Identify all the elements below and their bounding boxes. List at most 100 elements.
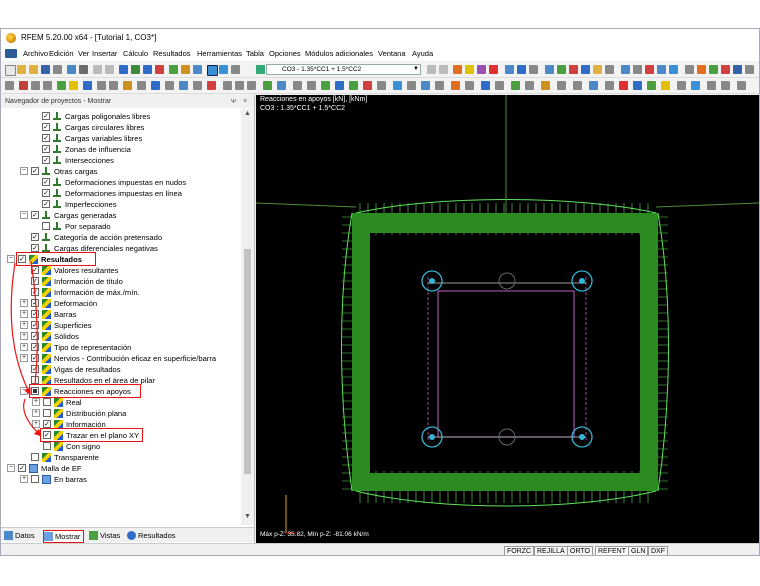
previous-icon[interactable]	[427, 65, 436, 74]
view-x-icon[interactable]	[223, 81, 232, 90]
tree-row-cargas-poligonales[interactable]: ✓ Cargas poligonales libres	[1, 111, 241, 122]
tree-row-categoria-pretensado[interactable]: ✓ Categoría de acción pretensado	[1, 232, 241, 243]
member-icon[interactable]	[581, 65, 590, 74]
menu-tabla[interactable]: Tabla	[246, 49, 264, 58]
structure-icon[interactable]	[517, 65, 526, 74]
delete-icon[interactable]	[207, 81, 216, 90]
tab-mostrar[interactable]: Mostrar	[43, 530, 85, 543]
collapse-icon[interactable]: −	[20, 211, 28, 219]
checkbox[interactable]: ✓	[42, 178, 50, 186]
checkbox[interactable]: ✓	[31, 211, 39, 219]
model-icon[interactable]	[505, 65, 514, 74]
surface-tool-icon[interactable]	[57, 81, 66, 90]
frame-icon[interactable]	[605, 81, 614, 90]
scroll-thumb[interactable]	[244, 249, 251, 474]
select-icon[interactable]	[5, 81, 14, 90]
menu-edicion[interactable]: Edición	[49, 49, 74, 58]
iso-view-icon[interactable]	[263, 81, 272, 90]
checkbox[interactable]: ✓	[18, 464, 26, 472]
graphics-viewport[interactable]: Reacciones en apoyos [kN], [kNm] CO3 : 1…	[256, 95, 759, 543]
rotate-icon[interactable]	[657, 65, 666, 74]
copy-tool-icon[interactable]	[109, 81, 118, 90]
save-icon[interactable]	[41, 65, 50, 74]
line-tool-icon[interactable]	[31, 81, 40, 90]
menu-ventana[interactable]: Ventana	[378, 49, 406, 58]
node-icon[interactable]	[19, 81, 28, 90]
checkbox[interactable]: ✓	[42, 156, 50, 164]
diagram-icon[interactable]	[489, 65, 498, 74]
copy-icon[interactable]	[67, 65, 76, 74]
undo-icon[interactable]	[93, 65, 102, 74]
arc-icon[interactable]	[43, 81, 52, 90]
menu-calculo[interactable]: Cálculo	[123, 49, 148, 58]
tree-row-deformaciones-linea[interactable]: ✓ Deformaciones impuestas en línea	[1, 188, 241, 199]
menu-herramientas[interactable]: Herramientas	[197, 49, 242, 58]
results-on-icon[interactable]	[207, 65, 218, 76]
tree-row-cargas-generadas[interactable]: − ✓ Cargas generadas	[1, 210, 241, 221]
mirror-icon[interactable]	[151, 81, 160, 90]
tree-row-en-barras[interactable]: + En barras	[1, 474, 241, 485]
menu-modulos-adicionales[interactable]: Módulos adicionales	[305, 49, 373, 58]
scale-icon[interactable]	[165, 81, 174, 90]
menu-ver[interactable]: Ver	[78, 49, 89, 58]
checkbox[interactable]: ✓	[42, 123, 50, 131]
hide-icon[interactable]	[363, 81, 372, 90]
status-forzc-button[interactable]: FORZC	[504, 546, 535, 555]
depth-icon[interactable]	[495, 81, 504, 90]
numbering-icon[interactable]	[525, 81, 534, 90]
checkbox[interactable]	[31, 475, 39, 483]
tree-row-deformaciones-nudos[interactable]: ✓ Deformaciones impuestas en nudos	[1, 177, 241, 188]
guide-icon[interactable]	[435, 81, 444, 90]
redo-icon[interactable]	[105, 65, 114, 74]
open-icon[interactable]	[17, 65, 26, 74]
result-display-icon[interactable]	[453, 65, 462, 74]
report-icon[interactable]	[79, 65, 88, 74]
collapse-icon[interactable]: −	[7, 464, 15, 472]
section-view-icon[interactable]	[377, 81, 386, 90]
warning-icon[interactable]	[645, 65, 654, 74]
table-icon[interactable]	[155, 65, 164, 74]
view-y-icon[interactable]	[235, 81, 244, 90]
layers-icon[interactable]	[685, 65, 694, 74]
checkbox[interactable]: ✓	[42, 200, 50, 208]
checkbox[interactable]	[42, 222, 50, 230]
comment-icon[interactable]	[557, 81, 566, 90]
menu-opciones[interactable]: Opciones	[269, 49, 301, 58]
load-combination-select[interactable]: CO3 - 1.35*CC1 + 1.5*CC2	[266, 64, 421, 75]
load-tool-icon[interactable]	[123, 81, 132, 90]
support-tool-icon[interactable]	[83, 81, 92, 90]
export-icon[interactable]	[589, 81, 598, 90]
measure-icon[interactable]	[621, 65, 630, 74]
tree-row-imperfecciones[interactable]: ✓ Imperfecciones	[1, 199, 241, 210]
tree-row-otras-cargas[interactable]: − ✓ Otras cargas	[1, 166, 241, 177]
status-orto-button[interactable]: ORTO	[567, 546, 593, 555]
hinge-tool-icon[interactable]	[97, 81, 106, 90]
view-z-icon[interactable]	[247, 81, 256, 90]
status-dxf-button[interactable]: DXF	[648, 546, 668, 555]
solid-icon[interactable]	[721, 65, 730, 74]
print-graphic-icon[interactable]	[573, 81, 582, 90]
filter-icon[interactable]	[193, 65, 202, 74]
menu-archivo[interactable]: Archivo	[23, 49, 48, 58]
tree-row-malla-ef[interactable]: − ✓ Malla de EF	[1, 463, 241, 474]
menu-insertar[interactable]: Insertar	[92, 49, 117, 58]
move-icon[interactable]	[137, 81, 146, 90]
wireframe-icon[interactable]	[709, 65, 718, 74]
collapse-icon[interactable]: −	[20, 167, 28, 175]
navigator-scrollbar[interactable]: ▲ ▼	[241, 109, 254, 525]
checkbox[interactable]: ✓	[42, 145, 50, 153]
show-all-icon[interactable]	[349, 81, 358, 90]
light-icon[interactable]	[465, 81, 474, 90]
visibility-icon[interactable]	[335, 81, 344, 90]
clip-icon[interactable]	[393, 81, 402, 90]
menu-resultados[interactable]: Resultados	[153, 49, 191, 58]
pin-icon[interactable]: ᴪ	[231, 95, 236, 108]
calculate-icon[interactable]	[119, 65, 128, 74]
snap-icon[interactable]	[407, 81, 416, 90]
color-icon[interactable]	[619, 81, 628, 90]
pan-icon[interactable]	[293, 81, 302, 90]
join-icon[interactable]	[193, 81, 202, 90]
render-tool-icon[interactable]	[451, 81, 460, 90]
grid-icon[interactable]	[545, 65, 554, 74]
tool-a-icon[interactable]	[707, 81, 716, 90]
